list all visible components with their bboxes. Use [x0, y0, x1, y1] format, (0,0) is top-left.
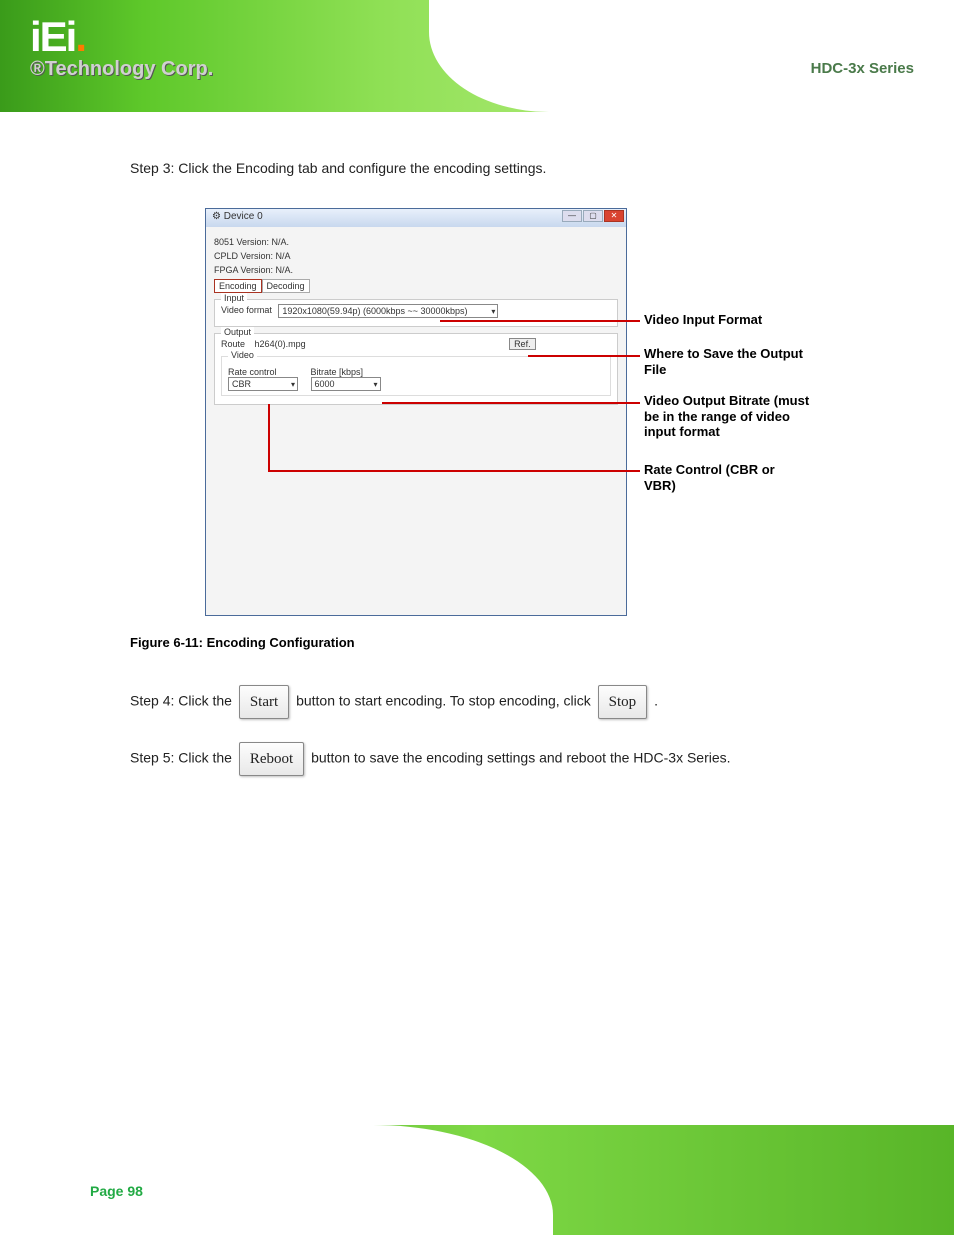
- gear-icon: ⚙: [212, 211, 221, 222]
- label-route: Route: [221, 339, 245, 349]
- tab-encoding[interactable]: Encoding: [214, 279, 262, 293]
- close-button[interactable]: ✕: [604, 210, 624, 222]
- page-number: Page 98: [90, 1183, 143, 1199]
- reboot-button[interactable]: Reboot: [239, 742, 304, 776]
- version-fpga: FPGA Version: N/A.: [214, 265, 618, 275]
- callout-rate-control: Rate Control (CBR or VBR): [644, 462, 794, 493]
- route-value: h264(0).mpg: [252, 338, 507, 352]
- minimize-button[interactable]: —: [562, 210, 582, 222]
- logo-iei: iEi.: [30, 18, 213, 56]
- maximize-button[interactable]: ▢: [583, 210, 603, 222]
- video-format-dropdown[interactable]: 1920x1080(59.94p) (6000kbps ~~ 30000kbps…: [278, 304, 498, 318]
- callout-video-input: Video Input Format: [644, 312, 762, 328]
- ref-button[interactable]: Ref.: [509, 338, 536, 350]
- header-banner: iEi. ®Technology Corp. HDC-3x Series: [0, 0, 954, 112]
- group-input: Input Video format 1920x1080(59.94p) (60…: [214, 299, 618, 327]
- stop-button[interactable]: Stop: [598, 685, 648, 719]
- start-button[interactable]: Start: [239, 685, 289, 719]
- product-name: HDC-3x Series: [811, 60, 914, 77]
- callout-line-4: [268, 470, 640, 472]
- label-rate-control: Rate control: [228, 367, 304, 377]
- step-5-text: Step 5: Click the Reboot button to save …: [130, 742, 830, 776]
- callout-save-output: Where to Save the Output File: [644, 346, 814, 377]
- label-video-format: Video format: [221, 305, 272, 315]
- tab-decoding[interactable]: Decoding: [262, 279, 310, 293]
- rate-control-dropdown[interactable]: CBR: [228, 377, 298, 391]
- callout-line-3: [382, 402, 640, 404]
- callout-line-2: [528, 355, 640, 357]
- step-4-text: Step 4: Click the Start button to start …: [130, 685, 890, 719]
- step-3-text: Step 3: Click the Encoding tab and confi…: [130, 160, 830, 176]
- subgroup-video: Video Rate control CBR Bitrate [kbps] 60…: [221, 356, 611, 396]
- callout-line-1: [440, 320, 640, 322]
- window-titlebar: ⚙ Device 0 — ▢ ✕: [206, 209, 626, 227]
- version-8051: 8051 Version: N/A.: [214, 237, 618, 247]
- window-title: Device 0: [224, 211, 263, 222]
- callout-bitrate: Video Output Bitrate (must be in the ran…: [644, 393, 824, 440]
- bitrate-dropdown[interactable]: 6000: [311, 377, 381, 391]
- version-cpld: CPLD Version: N/A: [214, 251, 618, 261]
- footer-banner: Page 98: [0, 1125, 954, 1235]
- callout-vline-4: [268, 404, 270, 472]
- figure-caption: Figure 6-11: Encoding Configuration: [130, 635, 355, 650]
- group-output: Output Route h264(0).mpg Ref. Video Rate…: [214, 333, 618, 405]
- logo-subtitle: ®Technology Corp.: [30, 58, 213, 81]
- label-bitrate: Bitrate [kbps]: [311, 367, 387, 377]
